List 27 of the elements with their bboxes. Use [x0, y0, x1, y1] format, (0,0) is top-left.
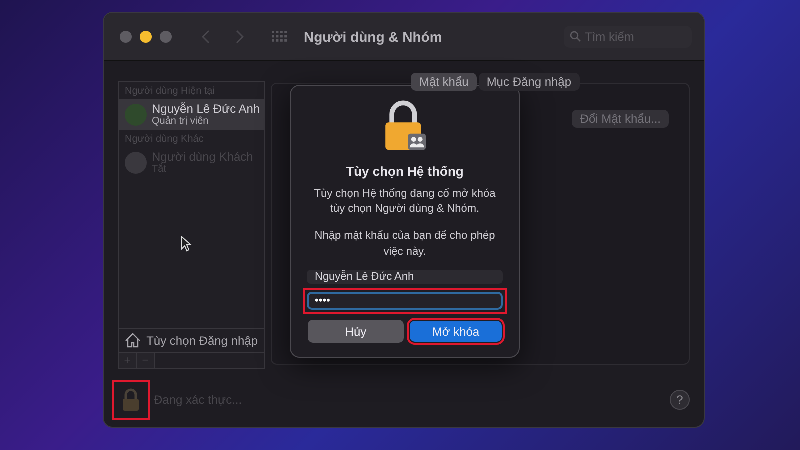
cursor-icon	[181, 236, 192, 252]
password-field[interactable]: ••••	[307, 292, 503, 310]
window-title: Người dùng & Nhóm	[304, 28, 442, 44]
zoom-button[interactable]	[160, 30, 172, 42]
grid-icon[interactable]	[272, 30, 288, 42]
minimize-button[interactable]	[140, 30, 152, 42]
dialog-message: Tùy chọn Hệ thống đang cố mở khóa tùy chọn Người dùng & Nhóm.	[313, 186, 497, 218]
search-icon	[570, 31, 581, 42]
dialog-prompt: Nhập mật khẩu của bạn để cho phép việc này.	[314, 229, 496, 260]
tab[interactable]: Mục Đăng nhập	[478, 73, 580, 91]
user-role: Quản trị viên	[152, 116, 210, 127]
username-field[interactable]: Nguyễn Lê Đức Anh	[307, 270, 503, 284]
cancel-button[interactable]: Hủy	[308, 320, 404, 343]
forward-icon[interactable]	[236, 30, 244, 44]
dialog-title: Tùy chọn Hệ thống	[346, 164, 464, 179]
change-password-button[interactable]: Đổi Mật khẩu...	[572, 110, 669, 128]
unlock-button[interactable]: Mở khóa	[410, 321, 502, 342]
tab[interactable]: Mật khẩu	[411, 73, 477, 91]
login-options-item[interactable]: Tùy chọn Đăng nhập	[119, 328, 264, 352]
back-icon[interactable]	[202, 30, 210, 44]
user-name: Nguyễn Lê Đức Anh	[152, 102, 260, 116]
user-row[interactable]: Nguyễn Lê Đức Anh Quản trị viên	[119, 99, 264, 130]
house-icon	[125, 333, 141, 348]
close-button[interactable]	[120, 30, 132, 42]
help-button[interactable]: ?	[670, 390, 690, 410]
lock-icon[interactable]	[122, 388, 140, 412]
avatar-icon	[125, 152, 147, 174]
